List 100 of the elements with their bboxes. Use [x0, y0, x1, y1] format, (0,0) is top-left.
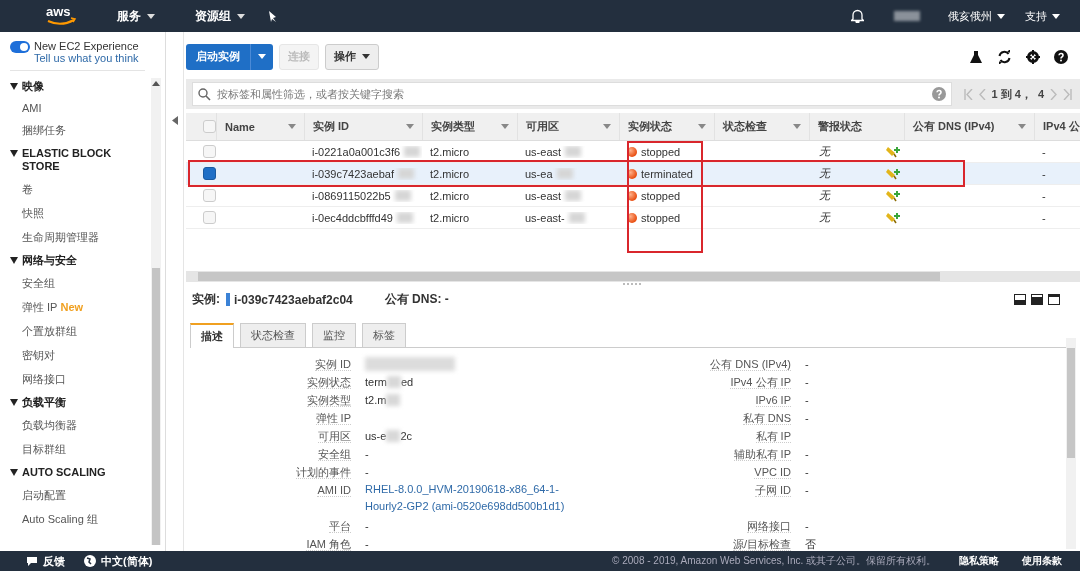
status-dot	[627, 190, 637, 201]
sidebar-item[interactable]: Auto Scaling 组	[22, 512, 151, 527]
table-cell: t2.micro	[430, 167, 470, 180]
language-selector[interactable]: 中文(简体)	[84, 553, 153, 569]
sidebar-item[interactable]: 启动配置	[22, 488, 151, 503]
sidebar-item[interactable]: 卷	[22, 182, 151, 197]
footer-link[interactable]: 使用条款	[1022, 554, 1062, 568]
status-dot	[627, 212, 637, 223]
column-header[interactable]: Name	[216, 113, 304, 140]
sidebar-item[interactable]: 密钥对	[22, 348, 151, 363]
column-header[interactable]: 状态检查	[714, 113, 809, 140]
table-cell: i-0221a0a001c3f6	[312, 145, 401, 158]
feedback-link[interactable]: Tell us what you think	[34, 52, 139, 64]
ami-link[interactable]: Hourly2-GP2 (ami-0520e698dd500b1d1)	[365, 498, 565, 515]
sidebar-item[interactable]: 捆绑任务	[22, 123, 151, 138]
layout-icon[interactable]	[1031, 294, 1043, 305]
sort-icon	[1018, 124, 1026, 129]
collapse-icon[interactable]	[171, 116, 178, 125]
triangle-icon	[10, 399, 18, 406]
tab[interactable]: 监控	[312, 323, 356, 347]
field-label: IPv4 公有 IP	[730, 376, 791, 389]
table-cell: -	[1042, 211, 1046, 224]
table-cell: us-east	[525, 145, 562, 158]
sort-icon	[406, 124, 414, 129]
table-cell: i-0ec4ddcbfffd49	[312, 211, 393, 224]
sidebar-item[interactable]: 网络接口	[22, 372, 151, 387]
field-value: term	[365, 375, 387, 390]
public-dns-label: 公有 DNS: -	[384, 291, 449, 308]
refresh-icon[interactable]	[997, 49, 1012, 64]
column-header[interactable]: 警报状态	[809, 113, 904, 140]
column-header[interactable]: 公有 DNS (IPv4)	[904, 113, 1034, 140]
section-header[interactable]: AUTO SCALING	[10, 466, 151, 479]
layout-icon[interactable]	[1048, 294, 1060, 305]
tab[interactable]: 状态检查	[240, 323, 306, 347]
caret-icon	[997, 13, 1005, 19]
column-header[interactable]: 实例状态	[619, 113, 714, 140]
field-value: -	[365, 447, 369, 462]
section-header[interactable]: 映像	[10, 80, 151, 93]
resize-handle[interactable]	[623, 283, 641, 287]
sidebar-item[interactable]: 个置放群组	[22, 324, 151, 339]
table-row[interactable]: i-0ec4ddcbfffd49 t2.micro us-east- stopped 无 -	[186, 207, 1080, 229]
sidebar-item[interactable]: 目标群组	[22, 442, 151, 457]
feedback-link[interactable]: 反馈	[26, 553, 65, 569]
footer-link[interactable]: 隐私策略	[959, 554, 999, 568]
sort-icon	[793, 124, 801, 129]
sidebar-item[interactable]: 安全组	[22, 276, 151, 291]
sidebar-item[interactable]: AMI	[22, 102, 151, 114]
row-checkbox[interactable]	[203, 167, 216, 180]
table-cell: -	[1042, 145, 1046, 158]
column-header[interactable]: IPv4 公	[1034, 113, 1080, 140]
section-header[interactable]: 网络与安全	[10, 254, 151, 267]
field-label: 计划的事件	[296, 466, 351, 479]
search-field[interactable]: 按标签和属性筛选，或者按关键字搜索	[192, 82, 952, 106]
column-header[interactable]: 可用区	[517, 113, 619, 140]
scrollbar[interactable]	[151, 78, 161, 545]
account-menu[interactable]: 支持	[1025, 8, 1060, 24]
column-header[interactable]: 实例类型	[422, 113, 517, 140]
column-header[interactable]: 实例 ID	[304, 113, 422, 140]
select-all-checkbox[interactable]	[203, 120, 216, 133]
layout-icon[interactable]	[1014, 294, 1026, 305]
nav-menu[interactable]: 资源组	[195, 7, 245, 25]
actions-button[interactable]: 操作	[325, 43, 379, 70]
redaction-blur	[894, 11, 920, 21]
field-label: AMI ID	[317, 484, 351, 497]
scrollbar[interactable]	[186, 271, 1080, 282]
table-row[interactable]: i-0869115022b5 t2.micro us-east stopped 无 -	[186, 185, 1080, 207]
bell-icon[interactable]	[851, 9, 864, 23]
table-cell: i-0869115022b5	[312, 189, 391, 202]
field-value: -	[365, 519, 369, 534]
tab[interactable]: 标签	[362, 323, 406, 347]
section-header[interactable]: ELASTIC BLOCK STORE	[10, 147, 151, 173]
scrollbar[interactable]	[1066, 338, 1076, 549]
sidebar-item[interactable]: 负载均衡器	[22, 418, 151, 433]
caret-icon	[237, 13, 245, 19]
sidebar-item[interactable]: 弹性 IP New	[22, 300, 151, 315]
field-label: 实例类型	[307, 394, 351, 407]
caret-icon	[258, 54, 266, 59]
scroll-up-icon[interactable]	[152, 80, 160, 86]
table-row[interactable]: i-039c7423aebaf t2.micro us-ea terminated 无 -	[186, 163, 1080, 185]
sidebar-item[interactable]: 快照	[22, 206, 151, 221]
field-value: -	[805, 519, 809, 534]
flask-icon[interactable]	[969, 49, 983, 64]
redaction-blur	[396, 212, 413, 223]
table-cell: 无	[819, 210, 830, 225]
account-menu[interactable]: 俄亥俄州	[948, 8, 1005, 24]
ami-link[interactable]: RHEL-8.0.0_HVM-20190618-x86_64-1-	[365, 481, 559, 498]
field-label: 网络接口	[747, 520, 791, 533]
nav-menu[interactable]: 服务	[117, 7, 155, 25]
section-header[interactable]: 负载平衡	[10, 396, 151, 409]
field-value: -	[805, 465, 809, 480]
toggle-switch[interactable]	[10, 41, 30, 53]
launch-button[interactable]: 启动实例	[186, 43, 273, 70]
help-icon[interactable]	[1054, 49, 1068, 64]
sidebar-item[interactable]: 生命周期管理器	[22, 230, 151, 245]
tab[interactable]: 描述	[190, 323, 234, 348]
settings-icon[interactable]	[1026, 49, 1040, 64]
redaction-blur	[565, 146, 582, 157]
redaction-blur	[394, 190, 411, 201]
aws-logo[interactable]: aws	[45, 3, 77, 29]
instance-label: 实例:	[192, 291, 220, 308]
